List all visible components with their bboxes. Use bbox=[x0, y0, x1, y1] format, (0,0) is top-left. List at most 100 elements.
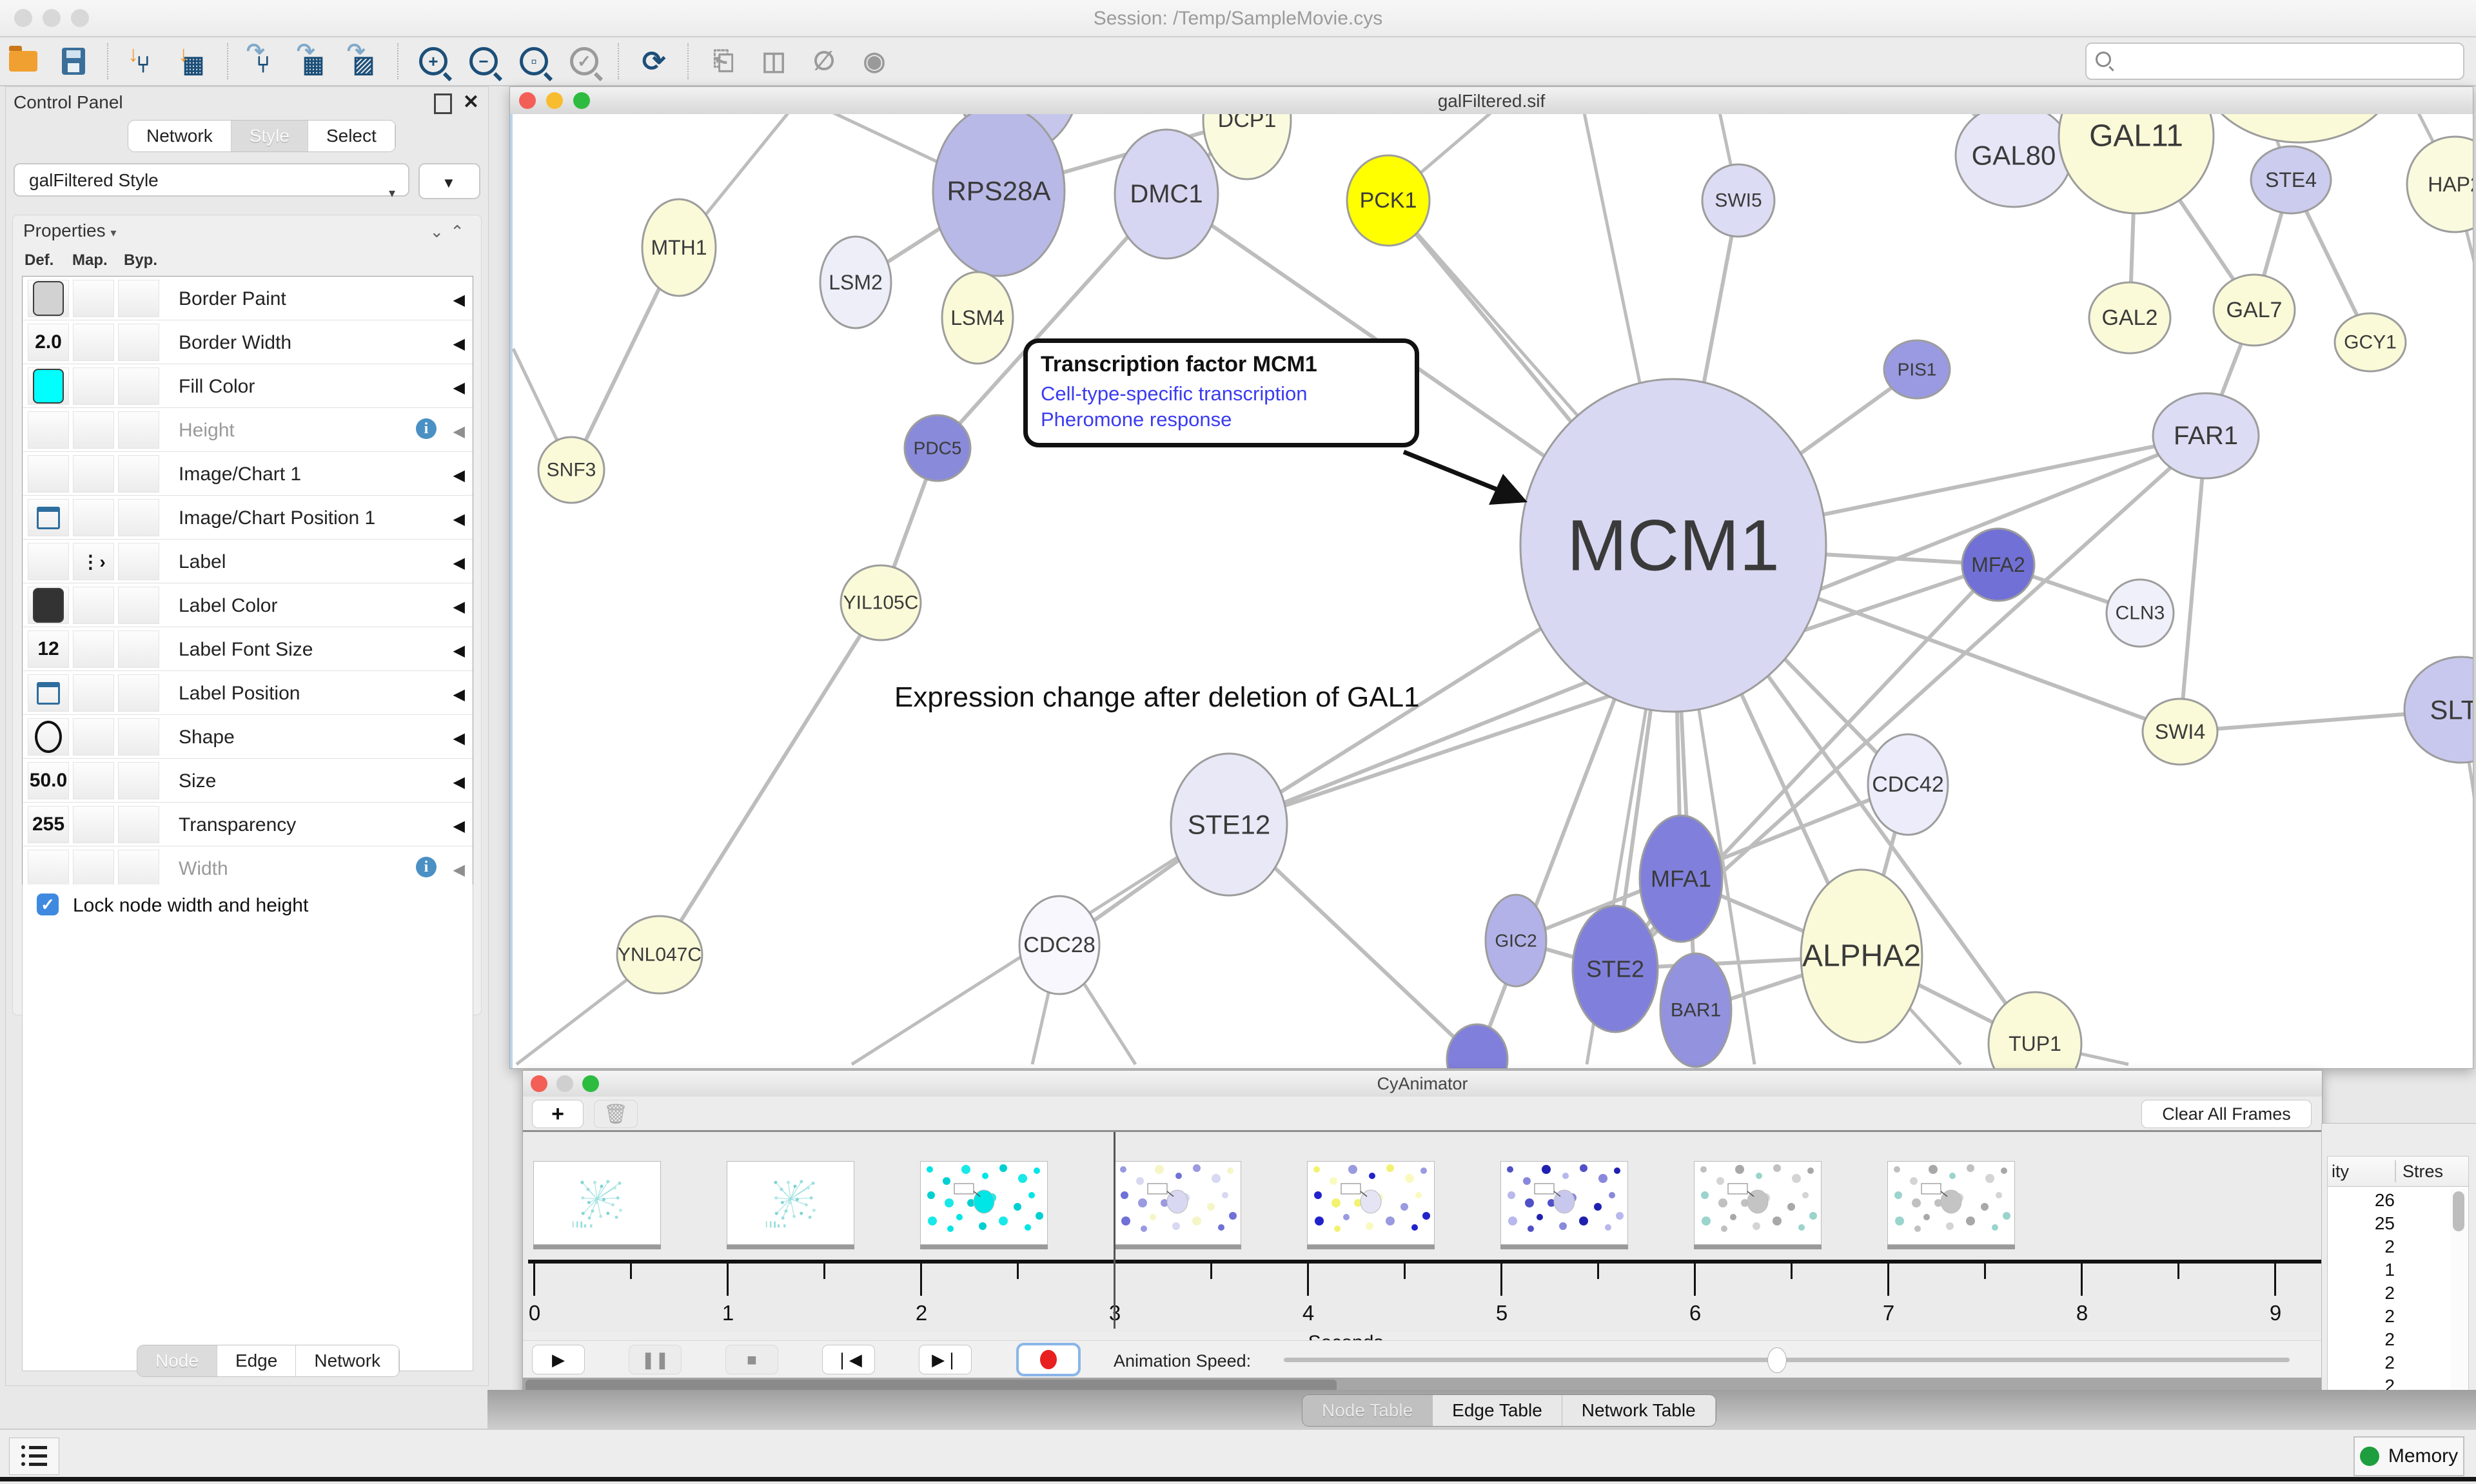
network-node-gal2[interactable]: GAL2 bbox=[2089, 282, 2170, 353]
property-row-label-color[interactable]: Label Color◀ bbox=[23, 583, 473, 627]
frames-timeline[interactable]: 0123456789Seconds▎▍▌▖▗▎▍▌▖▗ bbox=[523, 1132, 2322, 1332]
property-row-size[interactable]: 50.0Size◀ bbox=[23, 759, 473, 803]
bypass-cell[interactable] bbox=[118, 543, 159, 580]
property-row-label[interactable]: ⋮›Label◀ bbox=[23, 540, 473, 583]
mapping-cell[interactable] bbox=[73, 762, 114, 799]
tab-edge[interactable]: Edge bbox=[217, 1345, 296, 1376]
tab-select[interactable]: Select bbox=[308, 121, 395, 151]
network-node-tup1[interactable]: TUP1 bbox=[1989, 992, 2081, 1068]
network-file-icon[interactable]: ⎗ bbox=[707, 44, 740, 78]
zoom-selected-icon[interactable]: ✓ bbox=[567, 44, 601, 78]
mapping-cell[interactable] bbox=[73, 499, 114, 536]
property-row-border-width[interactable]: 2.0Border Width◀ bbox=[23, 320, 473, 364]
network-node-snf3[interactable]: SNF3 bbox=[538, 437, 604, 503]
network-node-pis1[interactable]: PIS1 bbox=[1884, 340, 1950, 398]
collapse-arrow-icon[interactable]: ◀ bbox=[453, 510, 465, 529]
network-canvas[interactable]: RPS28BRPS28ADMC1DCP1PCK1SWI5GAL80GAL11ST… bbox=[510, 114, 2473, 1068]
clear-all-frames-button[interactable]: Clear All Frames bbox=[2141, 1100, 2312, 1128]
export-table-icon[interactable]: ▦↷ bbox=[297, 44, 330, 78]
network-node-dcp1[interactable]: DCP1 bbox=[1203, 114, 1291, 179]
table-cell-value[interactable]: 2 bbox=[2328, 1236, 2395, 1257]
mapping-cell[interactable] bbox=[73, 850, 114, 887]
network-edge[interactable] bbox=[660, 603, 881, 955]
network-node-mth1[interactable]: MTH1 bbox=[642, 199, 716, 296]
tab-node-table[interactable]: Node Table bbox=[1302, 1395, 1433, 1426]
tab-node[interactable]: Node bbox=[137, 1345, 217, 1376]
default-value-cell[interactable]: 255 bbox=[28, 806, 69, 843]
zoom-fit-icon[interactable]: ▫ bbox=[517, 44, 551, 78]
expand-collapse-icons[interactable]: ⌄⌃ bbox=[429, 222, 471, 242]
network-node-dmc1[interactable]: DMC1 bbox=[1115, 130, 1218, 259]
frame-thumbnail-2[interactable] bbox=[920, 1161, 1048, 1245]
mapping-cell[interactable] bbox=[73, 411, 114, 449]
default-value-cell[interactable] bbox=[28, 587, 69, 624]
hide-details-icon[interactable]: ∅ bbox=[807, 44, 841, 78]
bypass-cell[interactable] bbox=[118, 280, 159, 317]
show-details-icon[interactable]: ◉ bbox=[858, 44, 891, 78]
collapse-arrow-icon[interactable]: ◀ bbox=[453, 554, 465, 572]
bypass-cell[interactable] bbox=[118, 850, 159, 887]
frame-thumbnail-7[interactable] bbox=[1887, 1161, 2015, 1245]
mapping-cell[interactable]: ⋮› bbox=[73, 543, 114, 580]
style-selector[interactable]: galFiltered Style ▾ bbox=[14, 163, 409, 197]
mapping-cell[interactable] bbox=[73, 587, 114, 624]
mapping-cell[interactable] bbox=[73, 806, 114, 843]
mapping-cell[interactable] bbox=[73, 324, 114, 361]
collapse-arrow-icon[interactable]: ◀ bbox=[453, 641, 465, 660]
collapse-arrow-icon[interactable]: ◀ bbox=[453, 598, 465, 616]
collapse-arrow-icon[interactable]: ◀ bbox=[453, 685, 465, 704]
collapse-arrow-icon[interactable]: ◀ bbox=[453, 861, 465, 879]
save-session-icon[interactable] bbox=[57, 44, 90, 78]
tab-edge-table[interactable]: Edge Table bbox=[1433, 1395, 1562, 1426]
lock-node-size-checkbox[interactable]: ✓ bbox=[37, 893, 59, 915]
network-node-ste2[interactable]: STE2 bbox=[1573, 906, 1658, 1032]
annotation-box[interactable]: Transcription factor MCM1 Cell-type-spec… bbox=[1023, 338, 1419, 447]
network-node-botpurple[interactable] bbox=[1447, 1024, 1508, 1068]
network-node-slt2[interactable]: SLT2 bbox=[2404, 657, 2473, 763]
network-node-mfa2[interactable]: MFA2 bbox=[1962, 529, 2034, 601]
network-node-swi5[interactable]: SWI5 bbox=[1702, 164, 1774, 237]
network-node-gal11[interactable]: GAL11 bbox=[2059, 114, 2214, 213]
default-value-cell[interactable] bbox=[28, 367, 69, 405]
network-node-alpha2[interactable]: ALPHA2 bbox=[1801, 870, 1922, 1042]
frame-thumbnail-5[interactable] bbox=[1500, 1161, 1628, 1245]
float-panel-icon[interactable] bbox=[434, 93, 452, 114]
collapse-arrow-icon[interactable]: ◀ bbox=[453, 466, 465, 485]
default-value-cell[interactable] bbox=[28, 280, 69, 317]
export-image-icon[interactable]: ▨↷ bbox=[347, 44, 380, 78]
network-node-pck1[interactable]: PCK1 bbox=[1347, 155, 1430, 246]
style-options-button[interactable]: ▼ bbox=[418, 163, 480, 199]
memory-button[interactable]: Memory bbox=[2353, 1436, 2464, 1476]
table-cell-value[interactable]: 1 bbox=[2328, 1260, 2395, 1280]
skip-to-end-button[interactable]: ▶❘ bbox=[919, 1345, 972, 1374]
bypass-cell[interactable] bbox=[118, 367, 159, 405]
property-row-border-paint[interactable]: Border Paint◀ bbox=[23, 277, 473, 320]
slider-thumb[interactable] bbox=[1767, 1347, 1787, 1373]
binoculars-icon[interactable]: ◫ bbox=[757, 44, 791, 78]
property-row-image-chart-position-1[interactable]: Image/Chart Position 1◀ bbox=[23, 496, 473, 540]
open-session-icon[interactable] bbox=[6, 44, 40, 78]
zoom-out-icon[interactable]: − bbox=[467, 44, 500, 78]
property-row-shape[interactable]: Shape◀ bbox=[23, 715, 473, 759]
import-table-icon[interactable]: ▦↓ bbox=[177, 44, 210, 78]
mapping-cell[interactable] bbox=[73, 455, 114, 493]
frame-thumbnail-3[interactable] bbox=[1114, 1161, 1241, 1245]
frame-thumbnail-1[interactable]: ▎▍▌▖▗ bbox=[727, 1161, 854, 1245]
collapse-arrow-icon[interactable]: ◀ bbox=[453, 378, 465, 397]
network-node-swi4[interactable]: SWI4 bbox=[2143, 699, 2217, 765]
stop-button[interactable]: ■ bbox=[725, 1345, 778, 1374]
default-value-cell[interactable]: 50.0 bbox=[28, 762, 69, 799]
close-panel-icon[interactable]: ✕ bbox=[463, 91, 479, 113]
property-row-label-position[interactable]: Label Position◀ bbox=[23, 671, 473, 715]
network-node-bar1[interactable]: BAR1 bbox=[1660, 953, 1731, 1067]
bypass-cell[interactable] bbox=[118, 324, 159, 361]
timeline-playhead[interactable] bbox=[1114, 1132, 1115, 1329]
bypass-cell[interactable] bbox=[118, 630, 159, 668]
network-node-cln3[interactable]: CLN3 bbox=[2107, 580, 2174, 647]
tab-network-table[interactable]: Network Table bbox=[1562, 1395, 1716, 1426]
network-node-rps28a[interactable]: RPS28A bbox=[933, 114, 1065, 276]
mapping-cell[interactable] bbox=[73, 630, 114, 668]
property-row-fill-color[interactable]: Fill Color◀ bbox=[23, 364, 473, 408]
network-node-mfa1[interactable]: MFA1 bbox=[1640, 815, 1722, 942]
default-value-cell[interactable] bbox=[28, 499, 69, 536]
